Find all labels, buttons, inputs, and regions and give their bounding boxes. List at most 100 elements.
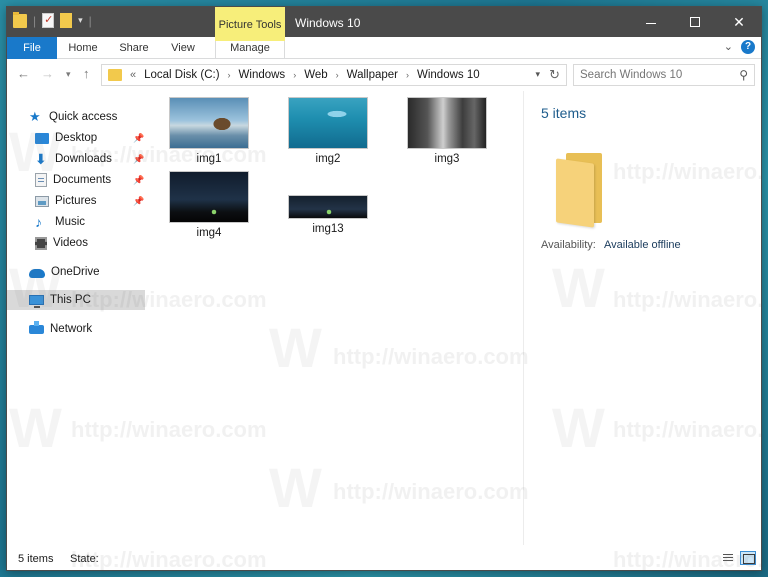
- breadcrumb-chevron-icon[interactable]: ›: [406, 70, 409, 80]
- window-controls: ✕: [629, 7, 761, 37]
- nav-label: Quick access: [49, 111, 118, 123]
- nav-label: Videos: [53, 237, 88, 249]
- recent-locations-chevron-icon[interactable]: ▾: [66, 69, 71, 80]
- status-bar: 5 items State:: [7, 545, 761, 570]
- tab-file[interactable]: File: [7, 37, 57, 59]
- availability-label: Availability:: [541, 239, 596, 251]
- maximize-button[interactable]: [673, 7, 717, 37]
- qat-separator: |: [33, 13, 37, 28]
- thumbnail-image: [169, 97, 249, 149]
- details-view-icon[interactable]: [720, 551, 736, 565]
- breadcrumb-windows-10[interactable]: Windows 10: [417, 69, 480, 81]
- star-icon: ★: [29, 109, 41, 124]
- file-item[interactable]: img13: [286, 195, 370, 235]
- onedrive-cloud-icon: [29, 269, 45, 278]
- large-icons-view-icon[interactable]: [740, 551, 756, 565]
- nav-quick-access[interactable]: ★ Quick access: [29, 107, 169, 127]
- tab-share[interactable]: Share: [114, 37, 154, 59]
- file-item[interactable]: img3: [405, 97, 489, 165]
- nav-item-documents[interactable]: Documents: [35, 170, 147, 190]
- breadcrumb-wallpaper[interactable]: Wallpaper: [347, 69, 398, 81]
- refresh-icon[interactable]: ↻: [549, 67, 560, 83]
- large-folder-icon: [556, 153, 604, 228]
- tab-view[interactable]: View: [165, 37, 201, 59]
- file-item[interactable]: img2: [286, 97, 370, 165]
- computer-icon: [29, 295, 44, 308]
- item-count-heading: 5 items: [541, 105, 587, 121]
- network-icon: [29, 320, 44, 334]
- nav-this-pc[interactable]: This PC: [7, 290, 145, 310]
- file-name: img4: [196, 227, 222, 239]
- properties-icon[interactable]: [42, 13, 55, 28]
- file-name: img1: [196, 153, 222, 165]
- address-folder-icon: [108, 69, 122, 81]
- status-state: State:: [70, 553, 99, 565]
- nav-item-desktop[interactable]: Desktop: [35, 128, 147, 148]
- file-item[interactable]: img4: [167, 171, 251, 239]
- nav-item-music[interactable]: ♪ Music: [35, 212, 147, 232]
- breadcrumb-chevron-icon[interactable]: ›: [228, 70, 231, 80]
- expand-ribbon-icon[interactable]: ⌄: [724, 40, 733, 53]
- nav-onedrive[interactable]: OneDrive: [29, 262, 147, 282]
- search-box[interactable]: ⚲: [573, 64, 755, 86]
- nav-label: Documents: [53, 174, 112, 186]
- help-icon[interactable]: ?: [741, 40, 755, 54]
- up-arrow-icon[interactable]: ↑: [83, 66, 90, 81]
- folder-icon[interactable]: [13, 11, 27, 28]
- pin-icon[interactable]: 📌: [133, 133, 144, 144]
- address-bar[interactable]: « Local Disk (C:) › Windows › Web › Wall…: [101, 64, 567, 86]
- nav-item-downloads[interactable]: ⬇ Downloads: [35, 149, 147, 169]
- forward-arrow-icon[interactable]: →: [41, 66, 54, 81]
- nav-label: Downloads: [55, 153, 112, 165]
- file-list[interactable]: img1 img2 img3 img4 img13: [153, 91, 523, 545]
- picture-tools-contextual-tab: Picture Tools: [215, 7, 285, 41]
- back-arrow-icon[interactable]: ←: [17, 66, 30, 81]
- documents-icon: [35, 173, 47, 187]
- explorer-window: | ▾ | Windows 10 ✕ File Home Share View …: [6, 6, 762, 571]
- window-title: Windows 10: [295, 16, 361, 30]
- customize-qat-chevron-icon[interactable]: ▾: [78, 15, 83, 26]
- breadcrumb-chevron-icon[interactable]: ›: [293, 70, 296, 80]
- nav-network[interactable]: Network: [29, 319, 147, 339]
- nav-label: Desktop: [55, 132, 98, 144]
- minimize-icon: [646, 22, 656, 24]
- thumbnail-image: [288, 195, 368, 219]
- search-icon[interactable]: ⚲: [739, 68, 748, 82]
- nav-label: This PC: [50, 294, 91, 306]
- breadcrumb-chevron-icon[interactable]: ›: [336, 70, 339, 80]
- close-button[interactable]: ✕: [717, 7, 761, 37]
- address-row: ← → ▾ ↑ « Local Disk (C:) › Windows › We…: [7, 59, 761, 91]
- breadcrumb-windows[interactable]: Windows: [239, 69, 286, 81]
- address-dropdown-icon[interactable]: ▾: [535, 69, 540, 80]
- breadcrumb-local-disk[interactable]: Local Disk (C:): [144, 69, 219, 81]
- nav-label: OneDrive: [51, 266, 100, 278]
- details-pane: 5 items Availability: Available offline: [523, 91, 761, 545]
- status-item-count: 5 items: [18, 553, 54, 565]
- download-icon: ⬇: [35, 151, 47, 167]
- file-name: img2: [315, 153, 341, 165]
- minimize-button[interactable]: [629, 7, 673, 37]
- tab-home[interactable]: Home: [63, 37, 103, 59]
- title-bar[interactable]: | ▾ | Windows 10 ✕: [7, 7, 761, 37]
- nav-item-videos[interactable]: Videos: [35, 233, 147, 253]
- nav-label: Network: [50, 323, 93, 335]
- pin-icon[interactable]: 📌: [133, 196, 144, 207]
- qat-separator: |: [88, 13, 92, 28]
- music-icon: ♪: [35, 214, 42, 230]
- ribbon-tabs: File Home Share View Manage ⌄ ?: [7, 37, 761, 59]
- thumbnail-image: [288, 97, 368, 149]
- breadcrumb-overflow[interactable]: «: [130, 69, 136, 81]
- thumbnail-image: [169, 171, 249, 223]
- file-name: img3: [434, 153, 460, 165]
- search-input[interactable]: [580, 69, 730, 81]
- navigation-pane: ★ Quick access Desktop 📌 ⬇ Downloads 📌 D…: [7, 91, 147, 545]
- maximize-icon: [690, 17, 700, 27]
- new-folder-icon[interactable]: [60, 13, 73, 28]
- file-item[interactable]: img1: [167, 97, 251, 165]
- close-icon: ✕: [733, 13, 745, 30]
- breadcrumb-web[interactable]: Web: [304, 69, 327, 81]
- pin-icon[interactable]: 📌: [133, 154, 144, 165]
- nav-label: Pictures: [55, 195, 97, 207]
- pin-icon[interactable]: 📌: [133, 175, 144, 186]
- nav-item-pictures[interactable]: Pictures: [35, 191, 147, 211]
